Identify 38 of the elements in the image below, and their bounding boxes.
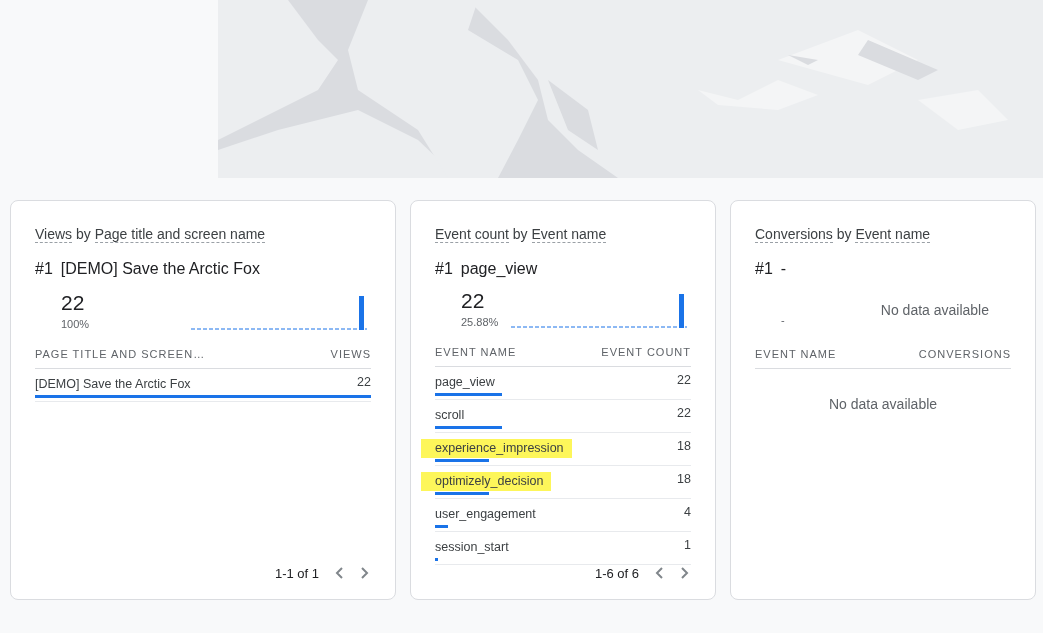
table-cell-text: 4	[684, 505, 691, 521]
column-header: CONVERSIONS	[918, 348, 1011, 360]
rank-label: #1	[35, 260, 53, 278]
column-header: PAGE TITLE AND SCREEN…	[35, 348, 206, 360]
top-item-name: -	[780, 260, 787, 278]
column-header: VIEWS	[330, 348, 371, 360]
column-header: EVENT NAME	[435, 346, 517, 358]
table-cell-text: page_view	[434, 374, 496, 391]
card-title: Event count by Event name	[435, 226, 608, 242]
card-title: Views by Page title and screen name	[35, 226, 267, 242]
pagination-label: 1-6 of 6	[594, 565, 639, 581]
table-cell-text: 1	[684, 538, 691, 554]
top-value: -	[781, 314, 785, 326]
top-value: 22	[461, 288, 486, 314]
table-cell-text: [DEMO] Save the Arctic Fox	[34, 376, 192, 393]
pagination-label: 1-1 of 1	[274, 565, 319, 581]
table-cell: experience_impression	[421, 439, 572, 458]
rank-label: #1	[435, 260, 453, 278]
table-cell-text: scroll	[434, 407, 466, 424]
top-percent: 100%	[61, 318, 90, 330]
no-data-message: No data available	[827, 396, 939, 412]
column-header: EVENT NAME	[755, 348, 837, 360]
no-data-message: No data available	[880, 302, 989, 320]
table-cell-text: 22	[357, 375, 371, 391]
top-item-name: page_view	[460, 260, 538, 278]
top-percent: 25.88%	[461, 316, 499, 328]
rank-label: #1	[755, 260, 773, 278]
table-cell-text: user_engagement	[434, 506, 537, 523]
top-value: 22	[61, 290, 86, 316]
table-cell-text: 22	[677, 406, 691, 422]
table-cell: optimizely_decision	[421, 472, 552, 491]
card-title: Conversions by Event name	[755, 226, 932, 242]
table-cell-text: session_start	[434, 539, 510, 556]
table-cell-text: 18	[677, 472, 691, 488]
column-header: EVENT COUNT	[601, 346, 691, 358]
table-cell-text: 18	[677, 439, 691, 455]
table-cell-text: 22	[677, 373, 691, 389]
top-item-name: [DEMO] Save the Arctic Fox	[60, 260, 260, 278]
